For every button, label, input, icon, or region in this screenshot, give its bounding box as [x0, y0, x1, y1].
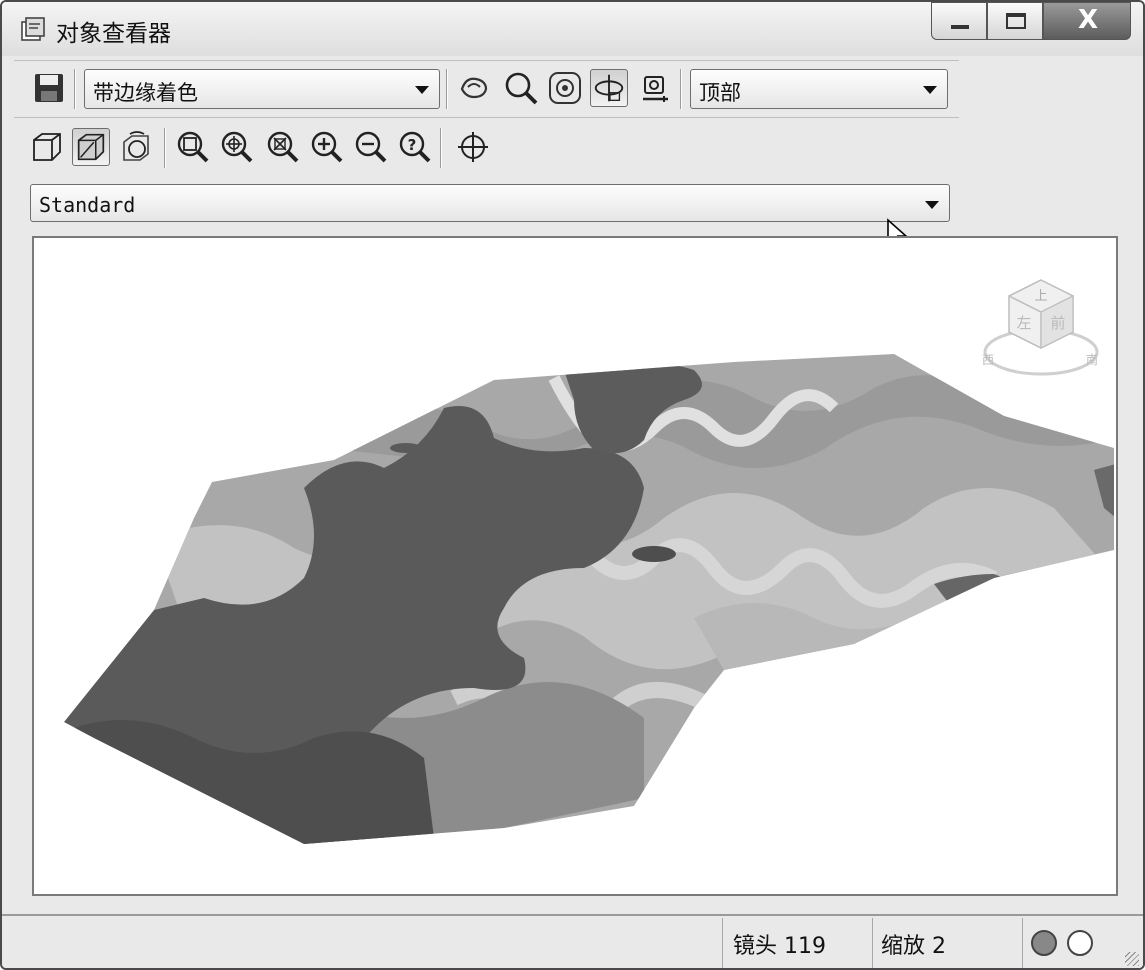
camera-style-dropdown[interactable]: Standard: [30, 184, 950, 222]
toolbar-primary: 带边缘着色 顶部: [14, 60, 959, 118]
zoom-in-icon[interactable]: [308, 128, 346, 166]
lens-status: 镜头 119: [733, 934, 826, 959]
light-status-cell: [1022, 918, 1122, 968]
viewcube-front-label: 前: [1050, 314, 1065, 332]
toolbar-secondary: ?: [14, 120, 959, 178]
close-button[interactable]: X: [1043, 2, 1131, 40]
default-light-icon[interactable]: [1031, 930, 1057, 956]
object-viewer-window: 对象查看器 X 带边缘着色 顶部 ? Standard 上 左 前 西 南 镜头…: [0, 0, 1145, 970]
3d-viewport[interactable]: 上 左 前 西 南: [32, 236, 1118, 896]
svg-text:?: ?: [408, 136, 417, 154]
toolbar-separator: [164, 128, 166, 168]
object-viewer-icon: [21, 17, 45, 41]
lens-status-cell: 镜头 119: [722, 918, 872, 968]
viewcube-top-label: 上: [1034, 289, 1047, 304]
zoom-help-icon[interactable]: ?: [396, 128, 434, 166]
visual-style-value: 带边缘着色: [93, 81, 198, 105]
close-icon: X: [1077, 5, 1099, 35]
zoom-window-box-icon[interactable]: [264, 128, 302, 166]
resize-grip-icon[interactable]: [1125, 952, 1139, 966]
orbit-icon[interactable]: [590, 69, 628, 107]
chevron-down-icon: [925, 201, 939, 209]
window-title: 对象查看器: [56, 21, 171, 47]
rotate-box-icon[interactable]: [118, 128, 156, 166]
chevron-down-icon: [415, 86, 429, 94]
camera-icon[interactable]: [638, 69, 676, 107]
maximize-icon: [1006, 13, 1026, 29]
title-bar[interactable]: 对象查看器 X: [2, 2, 1143, 56]
toolbar-separator: [446, 69, 448, 109]
orbit-hand-icon[interactable]: [456, 69, 494, 107]
minimize-icon: [951, 25, 969, 29]
toolbar-separator: [680, 69, 682, 109]
minimize-button[interactable]: [931, 2, 987, 40]
viewer-content: 带边缘着色 顶部 ? Standard 上 左 前 西 南: [14, 58, 1135, 918]
viewcube[interactable]: 上 左 前 西 南: [976, 272, 1106, 382]
save-icon[interactable]: [30, 69, 68, 107]
chevron-down-icon: [923, 86, 937, 94]
target-icon[interactable]: [454, 128, 492, 166]
maximize-button[interactable]: [987, 2, 1043, 40]
zoom-in-center-icon[interactable]: [218, 128, 256, 166]
status-bar: 镜头 119 缩放 2: [2, 914, 1143, 968]
zoom-extents-icon[interactable]: [174, 128, 212, 166]
viewcube-compass-west: 西: [982, 353, 994, 367]
zoom-window-icon[interactable]: [546, 69, 584, 107]
wireframe-box-icon[interactable]: [28, 128, 66, 166]
viewcube-compass-south: 南: [1086, 352, 1098, 367]
zoom-icon[interactable]: [502, 69, 540, 107]
viewcube-left-label: 左: [1016, 314, 1031, 332]
shaded-box-icon[interactable]: [72, 128, 110, 166]
toolbar-separator: [74, 69, 76, 109]
visual-style-dropdown[interactable]: 带边缘着色: [84, 69, 440, 109]
view-value: 顶部: [699, 81, 741, 105]
zoom-status: 缩放 2: [881, 934, 946, 959]
terrain-surface: [64, 354, 1114, 844]
zoom-out-icon[interactable]: [352, 128, 390, 166]
window-controls: X: [931, 2, 1131, 40]
toolbar-separator: [440, 128, 442, 168]
user-light-icon[interactable]: [1067, 930, 1093, 956]
camera-style-value: Standard: [39, 193, 136, 217]
zoom-status-cell: 缩放 2: [872, 918, 1022, 968]
view-dropdown[interactable]: 顶部: [690, 69, 948, 109]
